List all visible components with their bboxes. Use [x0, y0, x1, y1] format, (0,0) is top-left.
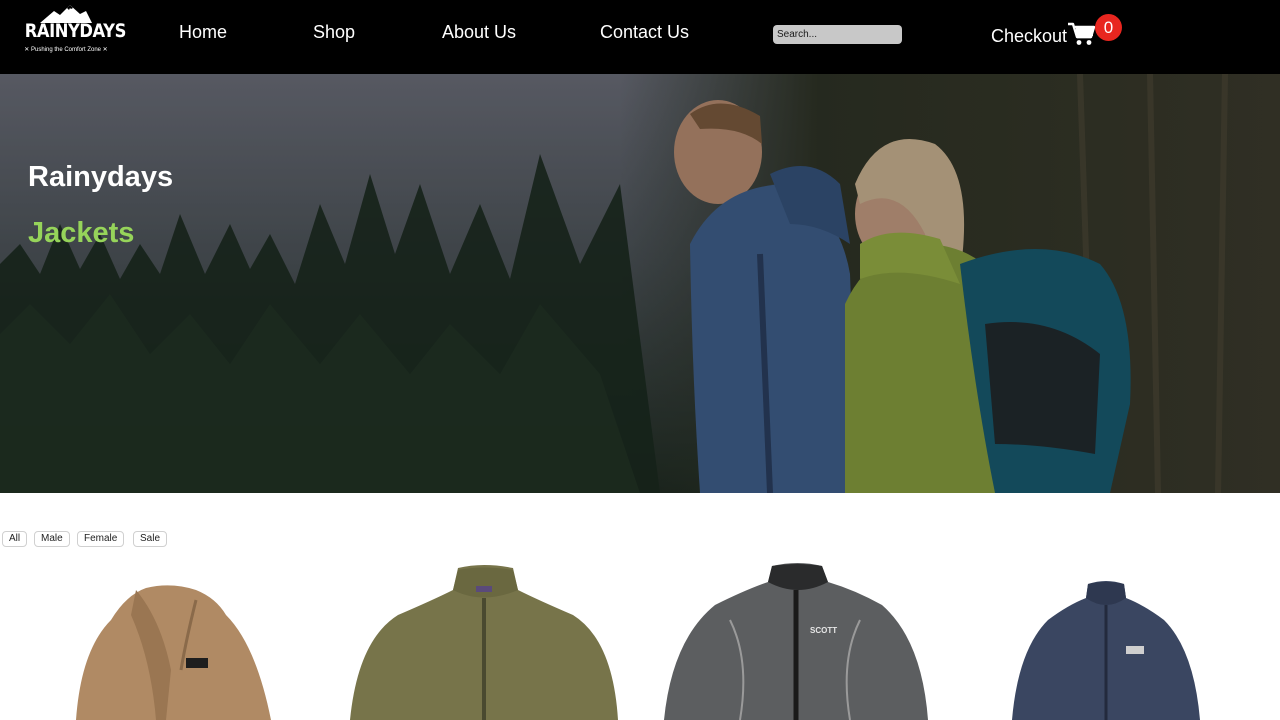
product-card-navy-fleece-jacket[interactable]: [1008, 560, 1204, 720]
checkout-link[interactable]: Checkout: [991, 26, 1067, 46]
filter-all-button[interactable]: All: [2, 531, 28, 547]
product-card-gray-scott-windbreaker[interactable]: SCOTT: [660, 560, 932, 720]
scott-brand-mark: SCOTT: [810, 626, 837, 635]
nav-shop-link[interactable]: Shop: [313, 22, 355, 42]
logo-tagline: ✕ Pushing the Comfort Zone ✕: [24, 47, 108, 53]
nav-home-link[interactable]: Home: [179, 22, 227, 42]
shopping-cart-icon[interactable]: [1068, 22, 1096, 46]
filter-female-button[interactable]: Female: [77, 531, 125, 547]
site-header: RAINYDAYS ✕ Pushing the Comfort Zone ✕ H…: [0, 0, 1280, 74]
gray-scott-windbreaker-image: SCOTT: [664, 563, 928, 720]
cart-count-badge: 0: [1095, 14, 1122, 41]
hero-banner: Rainydays Jackets: [0, 74, 1280, 493]
search-input[interactable]: [773, 25, 902, 44]
logo-wordmark: RAINYDAYS: [24, 20, 127, 42]
product-card-olive-fleece-jacket[interactable]: [348, 560, 620, 720]
navy-fleece-jacket-image: [1012, 581, 1200, 720]
rainydays-logo[interactable]: RAINYDAYS ✕ Pushing the Comfort Zone ✕: [18, 5, 127, 57]
hero-hikers-image: [0, 74, 1280, 493]
nav-contact-link[interactable]: Contact Us: [600, 22, 689, 42]
filter-male-button[interactable]: Male: [34, 531, 70, 547]
tan-sherpa-jacket-image: [76, 585, 271, 720]
nav-about-link[interactable]: About Us: [442, 22, 516, 42]
hero-title: Rainydays: [28, 161, 174, 193]
olive-fleece-jacket-image: [350, 565, 618, 720]
product-card-tan-sherpa-jacket[interactable]: [66, 560, 276, 720]
hero-subtitle: Jackets: [28, 217, 135, 249]
filter-sale-button[interactable]: Sale: [133, 531, 168, 547]
